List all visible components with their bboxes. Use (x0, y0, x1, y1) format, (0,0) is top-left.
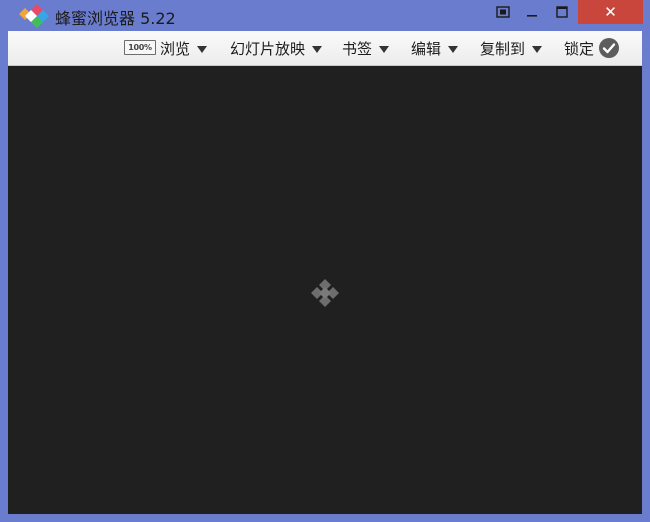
menu-label: 幻灯片放映 (230, 40, 306, 58)
maximize-button[interactable] (548, 0, 576, 24)
window-title: 蜂蜜浏览器 5.22 (55, 9, 176, 28)
menu-edit[interactable]: 编辑 (411, 31, 459, 66)
chevron-down-icon (379, 46, 390, 53)
app-window: 蜂蜜浏览器 5.22 ✕ 100% 浏览 幻灯片放映 书签 编辑 复制到 锁定 (0, 0, 650, 522)
menu-label: 编辑 (411, 40, 442, 58)
fullscreen-button[interactable] (490, 0, 516, 24)
maximize-icon (556, 6, 568, 18)
toolbar: 100% 浏览 幻灯片放映 书签 编辑 复制到 锁定 (8, 31, 642, 66)
loading-diamond-icon (311, 279, 339, 307)
chevron-down-icon (448, 46, 459, 53)
close-icon: ✕ (604, 2, 617, 21)
menu-copy-to[interactable]: 复制到 (480, 31, 543, 66)
image-viewer-area[interactable] (8, 66, 642, 514)
minimize-button[interactable] (518, 0, 546, 24)
zoom-level-badge[interactable]: 100% (124, 40, 156, 55)
title-bar[interactable]: 蜂蜜浏览器 5.22 ✕ (0, 0, 650, 31)
checkmark-circle-icon[interactable] (599, 38, 619, 58)
lock-label: 锁定 (564, 40, 595, 58)
menu-slideshow[interactable]: 幻灯片放映 (230, 31, 323, 66)
chevron-down-icon (532, 46, 543, 53)
menu-label: 复制到 (480, 40, 526, 58)
menu-label: 浏览 (160, 40, 191, 58)
chevron-down-icon (312, 46, 323, 53)
chevron-down-icon (197, 46, 208, 53)
menu-label: 书签 (342, 40, 373, 58)
honeyview-logo-icon (19, 4, 49, 28)
close-button[interactable]: ✕ (578, 0, 643, 24)
menu-browse[interactable]: 浏览 (160, 31, 208, 66)
menu-lock[interactable]: 锁定 (564, 31, 594, 66)
menu-bookmarks[interactable]: 书签 (342, 31, 390, 66)
minimize-icon (527, 15, 537, 17)
fullscreen-icon (496, 6, 510, 18)
